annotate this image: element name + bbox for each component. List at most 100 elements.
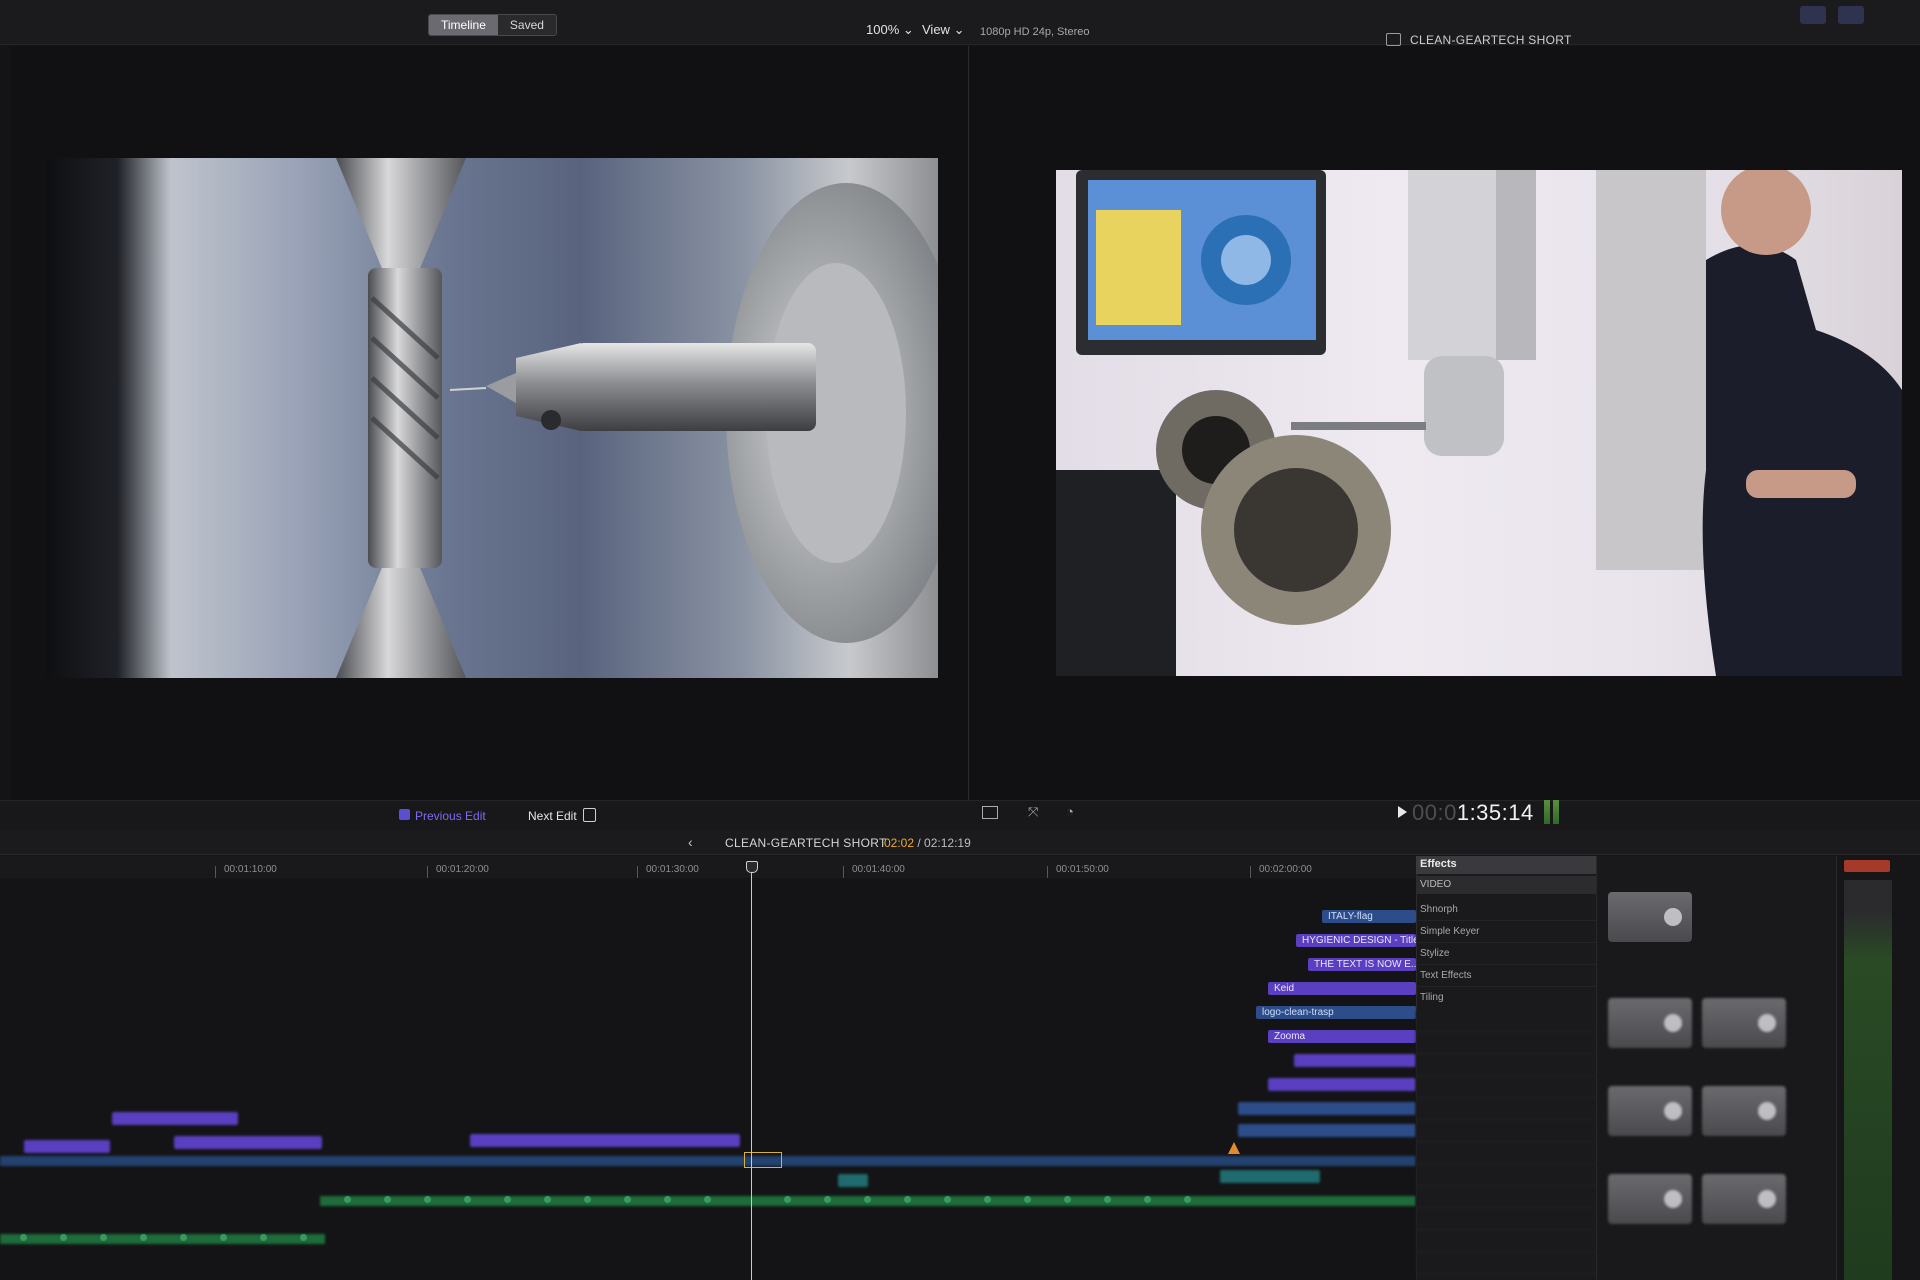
keyframe-icon[interactable] [100, 1234, 107, 1241]
playhead[interactable] [751, 862, 752, 1280]
primary-storyline[interactable] [0, 1156, 1416, 1166]
effect-thumbnail[interactable] [1608, 1086, 1692, 1136]
keyframe-icon[interactable] [584, 1196, 591, 1203]
audio-meter-right [1553, 800, 1559, 824]
keyframe-icon[interactable] [824, 1196, 831, 1203]
ruler-label: 00:01:10:00 [224, 864, 277, 875]
effect-thumbnail[interactable] [1608, 892, 1692, 942]
timecode-display: 00:01:35:14 [1412, 800, 1534, 826]
timeline-clip[interactable]: ITALY-flag [1322, 910, 1416, 923]
speed-icon[interactable]: ◔ [1066, 804, 1074, 819]
timeline-clip[interactable] [1294, 1054, 1416, 1067]
timeline-clip[interactable]: Keid [1268, 982, 1416, 995]
effects-category-item[interactable]: Shnorph [1420, 904, 1458, 915]
keyframe-icon[interactable] [704, 1196, 711, 1203]
divider [1416, 920, 1596, 921]
timeline-clip[interactable] [174, 1136, 322, 1149]
viewer-frame-left [46, 158, 938, 678]
keyframe-icon[interactable] [1184, 1196, 1191, 1203]
audio-lane[interactable] [0, 1234, 325, 1244]
keyframe-icon[interactable] [504, 1196, 511, 1203]
timeline-clip[interactable]: HYGIENIC DESIGN - Title... [1296, 934, 1416, 947]
selected-clip[interactable] [744, 1152, 782, 1168]
keyframe-icon[interactable] [220, 1234, 227, 1241]
timeline-saved-toggle[interactable]: Timeline Saved [428, 14, 557, 36]
keyframe-icon[interactable] [60, 1234, 67, 1241]
timeline-clip[interactable] [1220, 1170, 1320, 1183]
effects-category-item[interactable]: Stylize [1420, 948, 1449, 959]
keyframe-icon[interactable] [1104, 1196, 1111, 1203]
keyframe-icon[interactable] [140, 1234, 147, 1241]
effects-section-label: VIDEO [1420, 879, 1452, 890]
ruler-tick [637, 866, 638, 878]
effects-category-item[interactable]: Simple Keyer [1420, 926, 1479, 937]
keyframe-icon[interactable] [624, 1196, 631, 1203]
position-duration: / 02:12:19 [914, 836, 971, 850]
timeline-clip[interactable] [24, 1140, 110, 1153]
effects-title: Effects [1420, 858, 1457, 870]
timeline-clip[interactable] [1238, 1124, 1416, 1137]
effects-category-item[interactable]: Tiling [1420, 992, 1444, 1003]
viewer-control-bar [0, 800, 1920, 831]
layout-button[interactable] [1800, 6, 1826, 24]
keyframe-icon[interactable] [544, 1196, 551, 1203]
timeline-clip[interactable] [1238, 1102, 1416, 1115]
keyframe-icon[interactable] [984, 1196, 991, 1203]
keyframe-icon[interactable] [384, 1196, 391, 1203]
ruler-label: 00:01:50:00 [1056, 864, 1109, 875]
effect-thumbnail[interactable] [1608, 998, 1692, 1048]
keyframe-icon[interactable] [464, 1196, 471, 1203]
chevron-down-icon: ⌄ [902, 22, 914, 37]
effect-thumbnail[interactable] [1608, 1174, 1692, 1224]
zoom-menu[interactable]: 100% ⌄ [866, 22, 914, 38]
timeline-position: 02:02 / 02:12:19 [884, 836, 971, 850]
transform-icon[interactable]: ⤧ [1028, 804, 1038, 820]
keyframe-icon[interactable] [944, 1196, 951, 1203]
timeline-clip[interactable] [838, 1174, 868, 1187]
marker-icon[interactable] [1228, 1142, 1240, 1154]
keyframe-icon[interactable] [20, 1234, 27, 1241]
saved-tab[interactable]: Saved [497, 15, 556, 35]
view-menu[interactable]: View ⌄ [922, 22, 964, 38]
keyframe-icon[interactable] [664, 1196, 671, 1203]
timeline-clip[interactable]: THE TEXT IS NOW E... [1308, 958, 1416, 971]
ruler-label: 00:02:00:00 [1259, 864, 1312, 875]
keyframe-icon[interactable] [260, 1234, 267, 1241]
keyframe-icon[interactable] [864, 1196, 871, 1203]
keyframe-icon[interactable] [784, 1196, 791, 1203]
timeline-clip[interactable]: Zooma [1268, 1030, 1416, 1043]
keyframe-icon[interactable] [904, 1196, 911, 1203]
chevron-left-icon[interactable]: ‹ [688, 834, 693, 850]
divider [1416, 986, 1596, 987]
timeline-clip[interactable] [1268, 1078, 1416, 1091]
keyframe-icon[interactable] [1064, 1196, 1071, 1203]
previous-edit-button[interactable]: Previous Edit [415, 809, 486, 823]
timeline-clip[interactable] [112, 1112, 238, 1125]
timeline-ruler[interactable] [0, 856, 1416, 879]
timeline-tab[interactable]: Timeline [429, 15, 498, 35]
ruler-tick [215, 866, 216, 878]
keyframe-icon[interactable] [300, 1234, 307, 1241]
timeline-tracks[interactable] [0, 878, 1416, 1280]
effect-thumbnail[interactable] [1702, 1174, 1786, 1224]
keyframe-icon[interactable] [344, 1196, 351, 1203]
ruler-label: 00:01:30:00 [646, 864, 699, 875]
keyframe-icon[interactable] [1144, 1196, 1151, 1203]
ruler-tick [1047, 866, 1048, 878]
effects-category-item[interactable]: Text Effects [1420, 970, 1472, 981]
keyframe-icon[interactable] [424, 1196, 431, 1203]
playhead-handle[interactable] [746, 861, 758, 873]
timeline-clip[interactable]: logo-clean-trasp [1256, 1006, 1416, 1019]
keyframe-icon[interactable] [1024, 1196, 1031, 1203]
audio-meter-left [1544, 800, 1550, 824]
keyframe-icon[interactable] [180, 1234, 187, 1241]
effect-thumbnail[interactable] [1702, 1086, 1786, 1136]
effect-thumbnail[interactable] [1702, 998, 1786, 1048]
layout-button[interactable] [1838, 6, 1864, 24]
next-edit-button[interactable]: Next Edit [528, 809, 577, 823]
timecode-leading: 00:0 [1412, 800, 1457, 825]
effects-category-list-more[interactable] [1416, 1010, 1596, 1280]
timeline-clip[interactable] [470, 1134, 740, 1147]
viewer-display-icon[interactable] [982, 806, 998, 819]
play-icon[interactable] [1398, 806, 1407, 818]
